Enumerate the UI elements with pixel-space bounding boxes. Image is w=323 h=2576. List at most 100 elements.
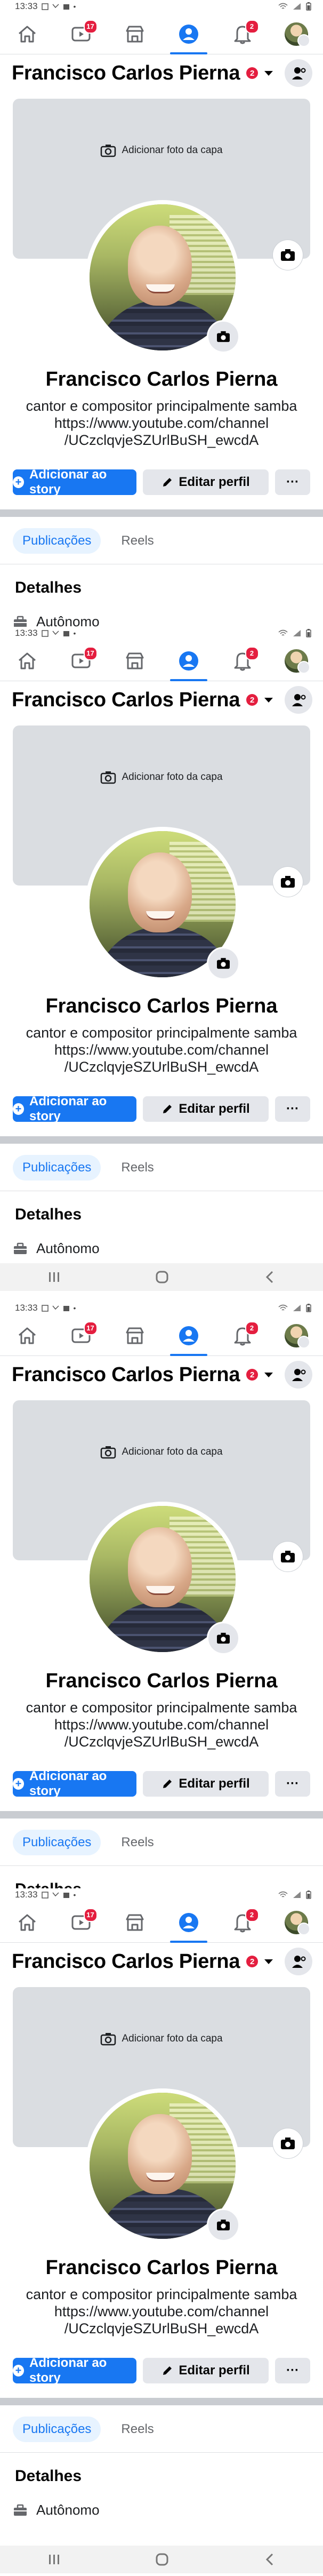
profile-icon bbox=[179, 24, 198, 44]
nav-profile[interactable] bbox=[169, 1907, 207, 1943]
switch-profile-button[interactable] bbox=[285, 1948, 312, 1975]
nav-notifications[interactable]: 2 bbox=[224, 18, 261, 50]
nav-video[interactable]: 17 bbox=[62, 18, 100, 50]
nav-home[interactable] bbox=[9, 18, 46, 50]
header-profile-name[interactable]: Francisco Carlos Pierna bbox=[12, 1950, 240, 1973]
profile-icon bbox=[179, 1912, 198, 1932]
chevron-down-icon[interactable] bbox=[264, 1959, 273, 1964]
profile-picture[interactable] bbox=[85, 2088, 240, 2243]
more-icon: ··· bbox=[286, 1776, 299, 1791]
tab-reels[interactable]: Reels bbox=[111, 1155, 163, 1181]
tab-reels[interactable]: Reels bbox=[111, 2417, 163, 2442]
chevron-down-icon[interactable] bbox=[264, 1372, 273, 1377]
add-cover-photo-button[interactable]: Adicionar foto da capa bbox=[13, 1445, 310, 1459]
nav-notifications[interactable]: 2 bbox=[224, 1907, 261, 1939]
edit-profile-button[interactable]: Editar perfil bbox=[143, 469, 269, 495]
profile-name: Francisco Carlos Pierna bbox=[45, 2256, 278, 2279]
back-icon[interactable] bbox=[264, 2553, 276, 2566]
add-cover-photo-button[interactable]: Adicionar foto da capa bbox=[13, 770, 310, 784]
tab-posts[interactable]: Publicações bbox=[13, 1830, 101, 1855]
menu-icon bbox=[297, 34, 310, 47]
add-to-story-label: Adicionar ao story bbox=[29, 1769, 107, 1798]
nav-marketplace[interactable] bbox=[116, 645, 154, 677]
chevron-down-icon[interactable] bbox=[264, 697, 273, 703]
bio-link[interactable]: https://www.youtube.com/channel bbox=[0, 1716, 323, 1733]
edit-profile-picture-button[interactable] bbox=[207, 320, 240, 353]
nav-menu[interactable] bbox=[278, 18, 315, 50]
edit-cover-button[interactable] bbox=[273, 1542, 303, 1572]
edit-cover-button[interactable] bbox=[273, 867, 303, 897]
edit-profile-picture-button[interactable] bbox=[207, 2208, 240, 2242]
add-cover-photo-button[interactable]: Adicionar foto da capa bbox=[13, 2032, 310, 2046]
nav-home[interactable] bbox=[9, 1907, 46, 1939]
header-profile-name[interactable]: Francisco Carlos Pierna bbox=[12, 689, 240, 712]
recent-apps-icon[interactable] bbox=[47, 1271, 60, 1283]
profile-name: Francisco Carlos Pierna bbox=[45, 1670, 278, 1692]
bio-link[interactable]: /UCzclqvjeSZUrlBuSH_ewcdA bbox=[0, 1733, 323, 1750]
profile-picture[interactable] bbox=[85, 1502, 240, 1656]
chevron-down-icon[interactable] bbox=[264, 70, 273, 76]
tab-posts[interactable]: Publicações bbox=[13, 1155, 101, 1181]
add-to-story-button[interactable]: + Adicionar ao story bbox=[13, 2356, 136, 2385]
nav-profile[interactable] bbox=[169, 18, 207, 54]
wifi-icon bbox=[278, 629, 288, 636]
nav-profile[interactable] bbox=[169, 1320, 207, 1356]
switch-profile-button[interactable] bbox=[285, 59, 312, 87]
gallery-icon bbox=[41, 1304, 49, 1312]
nav-menu[interactable] bbox=[278, 1907, 315, 1939]
add-to-story-button[interactable]: + Adicionar ao story bbox=[13, 1094, 136, 1123]
edit-cover-button[interactable] bbox=[273, 2128, 303, 2158]
switch-profile-button[interactable] bbox=[285, 1361, 312, 1389]
recent-apps-icon[interactable] bbox=[47, 2554, 60, 2565]
home-button-icon[interactable] bbox=[155, 2552, 169, 2567]
profile-picture[interactable] bbox=[85, 827, 240, 982]
tab-reels[interactable]: Reels bbox=[111, 1830, 163, 1855]
more-options-button[interactable]: ··· bbox=[275, 1771, 310, 1797]
edit-profile-button[interactable]: Editar perfil bbox=[143, 1771, 269, 1797]
nav-video[interactable]: 17 bbox=[62, 1320, 100, 1352]
nav-marketplace[interactable] bbox=[116, 1320, 154, 1352]
add-to-story-button[interactable]: + Adicionar ao story bbox=[13, 467, 136, 497]
nav-video[interactable]: 17 bbox=[62, 1907, 100, 1939]
more-options-button[interactable]: ··· bbox=[275, 1096, 310, 1122]
nav-menu[interactable] bbox=[278, 1320, 315, 1352]
nav-notifications[interactable]: 2 bbox=[224, 645, 261, 677]
edit-profile-button[interactable]: Editar perfil bbox=[143, 1096, 269, 1122]
notifications-badge: 2 bbox=[245, 646, 259, 660]
more-options-button[interactable]: ··· bbox=[275, 2358, 310, 2383]
add-to-story-button[interactable]: + Adicionar ao story bbox=[13, 1769, 136, 1798]
bio-link[interactable]: https://www.youtube.com/channel bbox=[0, 1041, 323, 1058]
edit-cover-button[interactable] bbox=[273, 240, 303, 270]
tab-posts[interactable]: Publicações bbox=[13, 2417, 101, 2442]
header-profile-name[interactable]: Francisco Carlos Pierna bbox=[12, 62, 240, 85]
back-icon[interactable] bbox=[264, 1270, 276, 1284]
nav-menu[interactable] bbox=[278, 645, 315, 677]
bio-link[interactable]: /UCzclqvjeSZUrlBuSH_ewcdA bbox=[0, 432, 323, 449]
edit-profile-picture-button[interactable] bbox=[207, 947, 240, 980]
profile-picture[interactable] bbox=[85, 200, 240, 355]
tab-posts[interactable]: Publicações bbox=[13, 528, 101, 554]
edit-profile-picture-button[interactable] bbox=[207, 1622, 240, 1655]
bio-link[interactable]: /UCzclqvjeSZUrlBuSH_ewcdA bbox=[0, 2320, 323, 2337]
edit-profile-button[interactable]: Editar perfil bbox=[143, 2358, 269, 2383]
switch-profile-button[interactable] bbox=[285, 686, 312, 714]
tab-reels[interactable]: Reels bbox=[111, 528, 163, 554]
nav-video[interactable]: 17 bbox=[62, 645, 100, 677]
add-cover-photo-button[interactable]: Adicionar foto da capa bbox=[13, 143, 310, 157]
nav-home[interactable] bbox=[9, 645, 46, 677]
nav-marketplace[interactable] bbox=[116, 18, 154, 50]
nav-notifications[interactable]: 2 bbox=[224, 1320, 261, 1352]
camera-icon bbox=[101, 145, 116, 157]
profile-header: Francisco Carlos Pierna 2 bbox=[0, 1358, 323, 1392]
bio-link[interactable]: https://www.youtube.com/channel bbox=[0, 2303, 323, 2320]
details-heading: Detalhes bbox=[15, 2467, 82, 2485]
more-options-button[interactable]: ··· bbox=[275, 469, 310, 495]
nav-profile[interactable] bbox=[169, 645, 207, 681]
home-button-icon[interactable] bbox=[155, 1270, 169, 1285]
bio-link[interactable]: /UCzclqvjeSZUrlBuSH_ewcdA bbox=[0, 1058, 323, 1075]
header-profile-name[interactable]: Francisco Carlos Pierna bbox=[12, 1363, 240, 1386]
nav-home[interactable] bbox=[9, 1320, 46, 1352]
bio-link[interactable]: https://www.youtube.com/channel bbox=[0, 414, 323, 432]
profile-actions: + Adicionar ao story Editar perfil ··· bbox=[13, 467, 310, 497]
nav-marketplace[interactable] bbox=[116, 1907, 154, 1939]
